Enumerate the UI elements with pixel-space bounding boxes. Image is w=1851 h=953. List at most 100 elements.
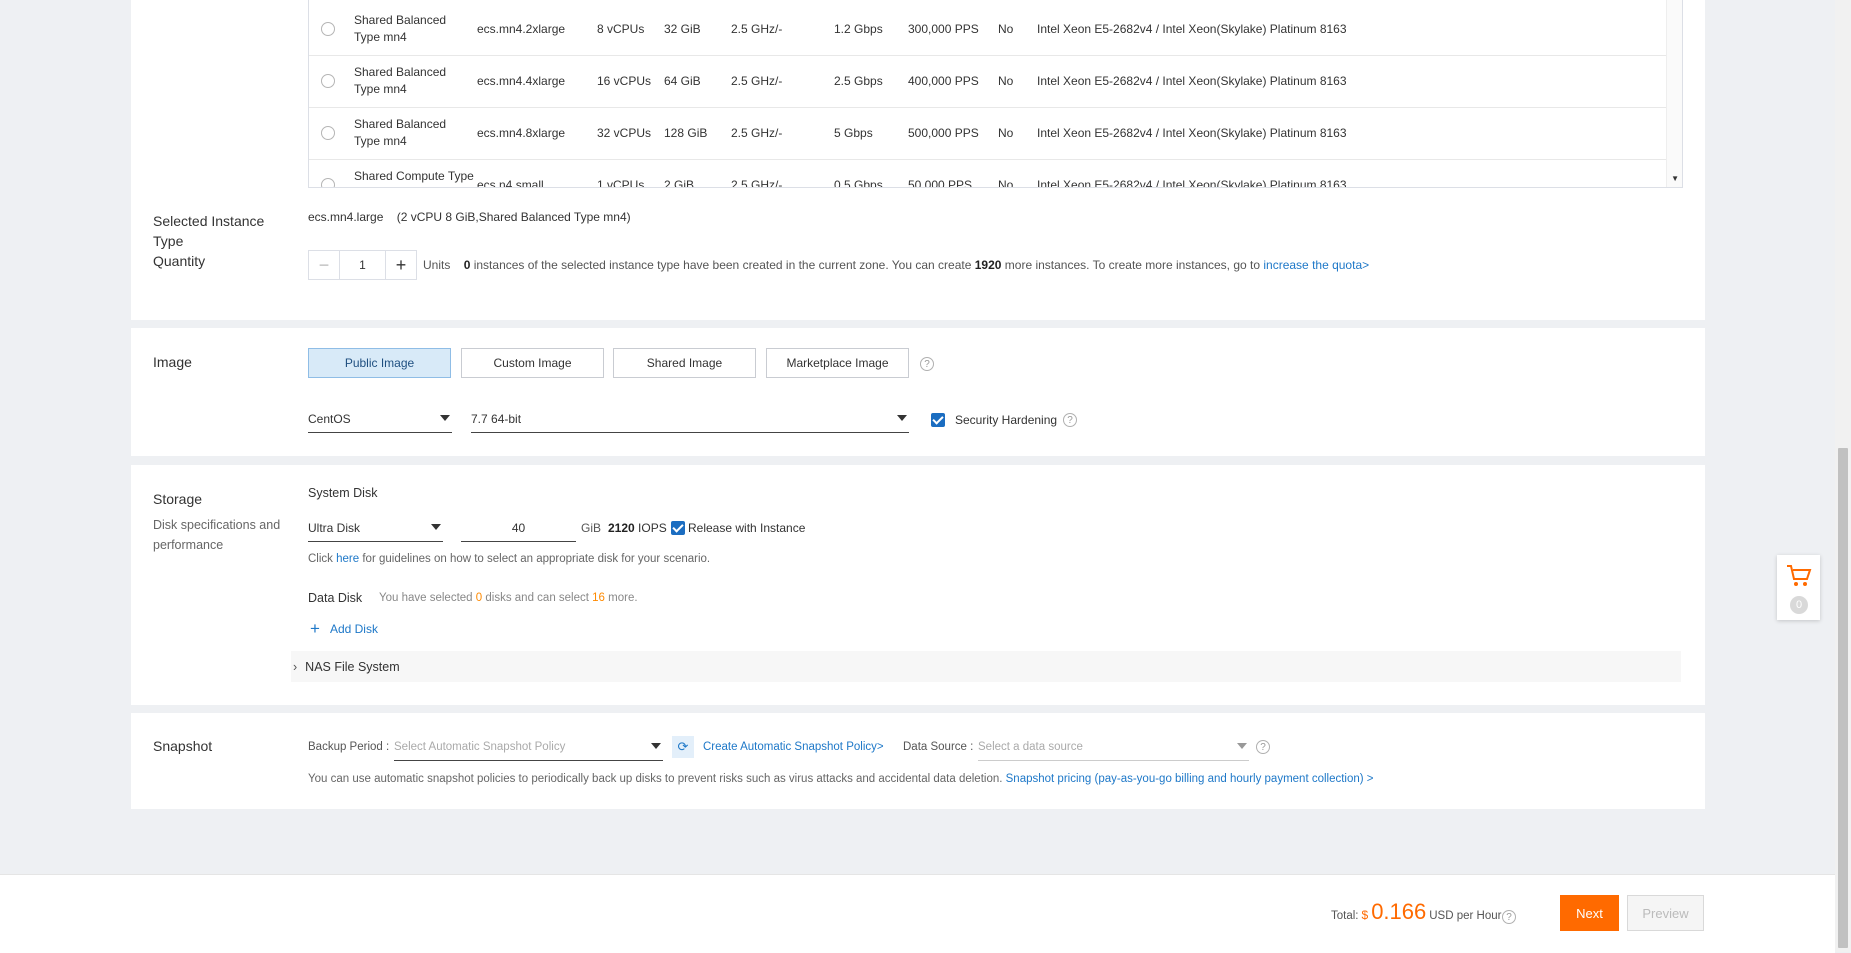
currency-symbol: $ [1361,908,1369,922]
chevron-down-icon [440,415,450,421]
row-radio[interactable] [321,126,335,140]
table-scrollbar[interactable]: ▼ [1666,0,1682,187]
os-select[interactable]: CentOS [308,406,452,433]
cell-processor: Intel Xeon E5-2682v4 / Intel Xeon(Skylak… [1037,125,1347,140]
page-scrollbar[interactable] [1835,0,1851,952]
table-row[interactable]: Shared Compute Type n4 ecs.n4.small 1 vC… [309,159,1667,188]
disk-type-select[interactable]: Ultra Disk [308,515,443,542]
table-row[interactable]: Shared Balanced Type mn4 ecs.mn4.4xlarge… [309,55,1667,108]
disk-guide-text: Click here for guidelines on how to sele… [308,553,710,565]
disk-type-value: Ultra Disk [308,521,361,535]
cell-memory: 64 GiB [664,73,701,88]
data-msg2: disks and can select [485,592,589,604]
cell-ipv6: No [998,177,1014,188]
cell-vcpu: 32 vCPUs [597,125,652,140]
security-hardening-label: Security Hardening [955,413,1058,427]
snapshot-label: Snapshot [153,738,213,754]
os-value: CentOS [308,412,351,426]
snapshot-pricing-link[interactable]: Snapshot pricing (pay-as-you-go billing … [1006,773,1374,785]
tab-public-image[interactable]: Public Image [308,348,451,378]
add-disk-label: Add Disk [329,622,378,636]
create-snapshot-policy-link[interactable]: Create Automatic Snapshot Policy> [703,741,884,753]
data-msg3: more. [608,592,638,604]
release-with-instance-checkbox[interactable] [671,521,685,535]
disk-size-input[interactable]: 40 [461,515,576,542]
cell-clock: 2.5 GHz/- [731,21,783,36]
shopping-cart-widget[interactable]: 0 [1777,555,1820,620]
snapshot-policy-placeholder: Select Automatic Snapshot Policy [394,741,566,753]
increment-button[interactable]: + [385,251,416,279]
help-icon[interactable]: ? [1256,740,1270,754]
cell-pps: 300,000 PPS [908,21,979,36]
total-price: Total: $ 0.166 USD per Hour [1331,899,1501,925]
help-icon[interactable]: ? [1063,413,1077,427]
chevron-down-icon [431,524,441,530]
cell-ipv6: No [998,125,1014,140]
next-button[interactable]: Next [1560,895,1619,931]
release-with-instance-label: Release with Instance [688,521,806,535]
cell-vcpu: 8 vCPUs [597,21,645,36]
data-disk-info: You have selected 0 disks and can select… [379,592,638,604]
disk-iops: 2120 IOPS [608,521,667,535]
cell-processor: Intel Xeon E5-2682v4 / Intel Xeon(Skylak… [1037,177,1347,188]
row-radio[interactable] [321,178,335,187]
cell-type: ecs.mn4.4xlarge [477,73,566,88]
preview-button[interactable]: Preview [1627,895,1704,931]
cell-processor: Intel Xeon E5-2682v4 / Intel Xeon(Skylak… [1037,73,1347,88]
disk-size-unit: GiB [581,521,602,535]
cell-bandwidth: 5 Gbps [834,125,873,140]
guide-here-link[interactable]: here [336,553,359,565]
security-hardening-checkbox[interactable] [931,413,945,427]
data-source-placeholder: Select a data source [978,741,1083,753]
decrement-button[interactable]: − [309,251,340,279]
nas-label: NAS File System [305,659,400,674]
created-count: 0 [463,258,471,272]
nas-file-system-row[interactable]: › NAS File System [291,651,1681,682]
quantity-unit: Units [423,258,451,272]
snapshot-note: You can use automatic snapshot policies … [308,773,1374,785]
table-row[interactable]: Shared Balanced Type mn4 ecs.mn4.8xlarge… [309,107,1667,160]
data-source-label: Data Source : [903,741,974,753]
scroll-down-arrow-icon[interactable]: ▼ [1671,174,1679,183]
data-selected-count: 0 [475,592,483,604]
add-disk-button[interactable]: + Add Disk [310,619,378,639]
snapshot-note-text: You can use automatic snapshot policies … [308,773,1003,785]
increase-quota-link[interactable]: increase the quota> [1263,258,1369,272]
scrollbar-thumb[interactable] [1838,448,1848,948]
max-count: 1920 [974,258,1002,272]
quantity-value[interactable]: 1 [339,251,386,279]
disk-size-value: 40 [511,521,526,535]
snapshot-policy-select[interactable]: Select Automatic Snapshot Policy [394,734,663,761]
cell-ipv6: No [998,21,1014,36]
refresh-icon[interactable]: ⟳ [672,736,694,758]
cell-vcpu: 1 vCPUs [597,177,645,188]
help-icon[interactable]: ? [920,357,934,371]
iops-unit: IOPS [638,521,667,535]
image-label: Image [153,354,192,370]
data-source-select[interactable]: Select a data source [978,734,1249,761]
quantity-label: Quantity [153,253,206,269]
row-radio[interactable] [321,74,335,88]
cell-bandwidth: 1.2 Gbps [834,21,883,36]
iops-value: 2120 [608,521,635,535]
row-radio[interactable] [321,22,335,36]
cell-family: Shared Balanced Type mn4 [354,65,447,96]
chevron-down-icon [651,743,661,749]
cell-clock: 2.5 GHz/- [731,125,783,140]
help-icon[interactable]: ? [1502,910,1516,924]
tab-marketplace-image[interactable]: Marketplace Image [766,348,909,378]
storage-sub-label: Disk specifications and performance [153,518,281,552]
data-remaining-count: 16 [592,592,605,604]
quantity-stepper: − 1 + [308,250,417,280]
selected-instance-value: ecs.mn4.large (2 vCPU 8 GiB,Shared Balan… [308,210,631,224]
cell-family: Shared Compute Type n4 [354,169,474,187]
instance-type-section: Shared Balanced Type mn4 ecs.mn4.2xlarge… [131,0,1705,320]
plus-icon: + [310,619,320,638]
tab-shared-image[interactable]: Shared Image [613,348,756,378]
cell-clock: 2.5 GHz/- [731,73,783,88]
table-row[interactable]: Shared Balanced Type mn4 ecs.mn4.2xlarge… [309,3,1667,56]
tab-custom-image[interactable]: Custom Image [461,348,604,378]
cell-family: Shared Balanced Type mn4 [354,117,447,148]
version-select[interactable]: 7.7 64-bit [471,406,909,433]
data-msg1: You have selected [379,592,473,604]
